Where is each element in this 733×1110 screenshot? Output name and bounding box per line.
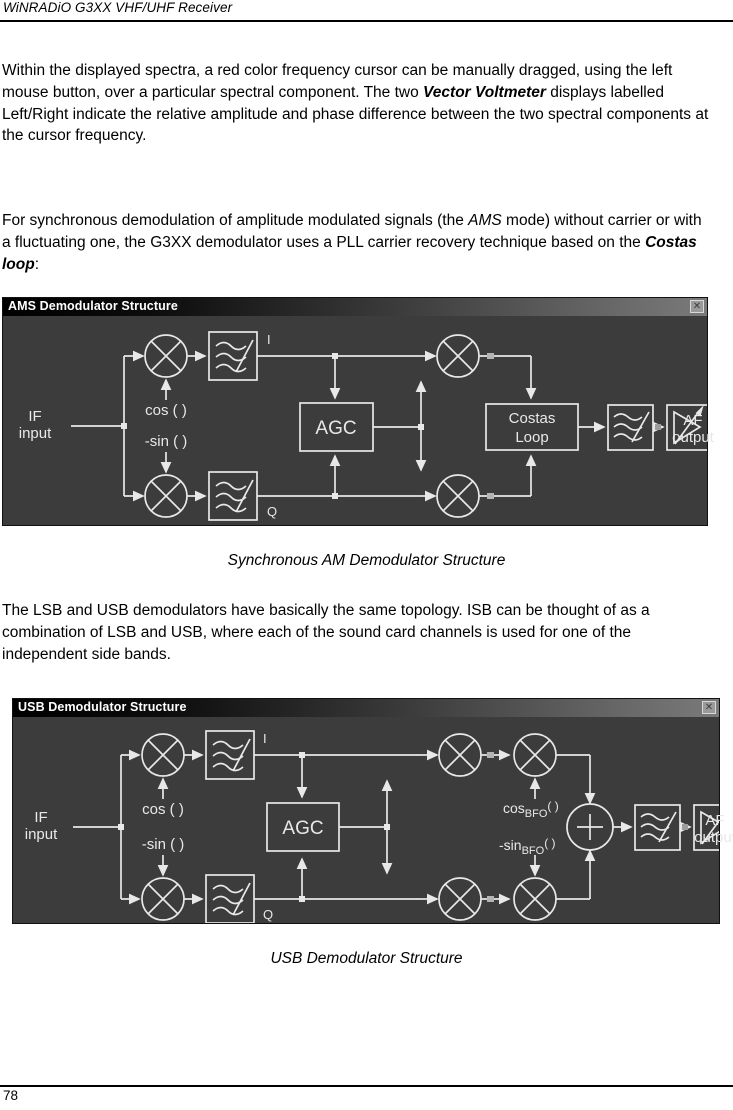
vector-voltmeter-emphasis: Vector Voltmeter <box>423 83 546 101</box>
ams-af-output-label: AF output <box>663 412 723 446</box>
page-number: 78 <box>3 1088 19 1103</box>
close-icon[interactable]: ✕ <box>690 300 704 313</box>
ams-label-costas-2: Loop <box>515 429 548 446</box>
document-page: WiNRADiO G3XX VHF/UHF Receiver Within th… <box>0 0 733 1110</box>
para2-text-c: : <box>34 255 40 273</box>
usb-window-titlebar: USB Demodulator Structure ✕ <box>13 699 719 717</box>
paragraph-cursor-description: Within the displayed spectra, a red colo… <box>2 60 714 147</box>
usb-window-title: USB Demodulator Structure <box>18 700 187 714</box>
usb-demodulator-window: USB Demodulator Structure ✕ IF input cos… <box>12 698 733 924</box>
ams-label-cos: cos ( ) <box>145 402 187 419</box>
ams-window-titlebar: AMS Demodulator Structure ✕ <box>3 298 707 316</box>
usb-label-cos: cos ( ) <box>142 801 184 818</box>
usb-diagram-canvas: IF input cos ( ) -sin ( ) I Q AGC cosBFO… <box>13 717 733 923</box>
ams-label-agc: AGC <box>315 418 356 439</box>
usb-label-q: Q <box>263 907 273 922</box>
page-header: WiNRADiO G3XX VHF/UHF Receiver <box>0 0 733 22</box>
usb-af-output-line1: AF <box>705 812 725 829</box>
close-icon[interactable]: ✕ <box>702 701 716 714</box>
usb-label-cos-bfo: cosBFO( ) <box>503 799 559 820</box>
paragraph-lsb-usb-description: The LSB and USB demodulators have basica… <box>2 602 650 663</box>
ams-window-title: AMS Demodulator Structure <box>8 299 178 313</box>
usb-af-output-line2: output <box>694 829 733 846</box>
ams-figure-caption: Synchronous AM Demodulator Structure <box>227 552 506 569</box>
usb-label-i: I <box>263 731 267 746</box>
ams-label-costas-1: Costas <box>509 410 556 427</box>
ams-af-output-line2: output <box>672 429 714 446</box>
usb-label-if-input-line1: IF <box>34 809 47 826</box>
ams-demodulator-window: AMS Demodulator Structure ✕ IF input cos… <box>2 297 714 526</box>
ams-label-i: I <box>267 332 271 347</box>
header-divider <box>0 20 733 22</box>
paragraph-ams-description: For synchronous demodulation of amplitud… <box>2 210 714 275</box>
ams-label-if-input-line2: input <box>19 425 52 442</box>
usb-label-neg-sin-bfo: -sinBFO( ) <box>499 836 556 857</box>
usb-label-agc: AGC <box>282 818 323 839</box>
ams-af-output-line1: AF <box>683 412 703 429</box>
ams-label-q: Q <box>267 504 277 519</box>
ams-diagram-canvas: IF input cos ( ) -sin ( ) I Q AGC Costas… <box>3 316 714 525</box>
ams-label-if-input-line1: IF <box>28 408 41 425</box>
usb-af-output-label: AF output <box>685 812 733 846</box>
footer-divider <box>0 1085 733 1087</box>
usb-label-if-input-line2: input <box>25 826 58 843</box>
ams-label-neg-sin: -sin ( ) <box>145 433 188 450</box>
header-title: WiNRADiO G3XX VHF/UHF Receiver <box>3 0 233 15</box>
usb-figure-caption: USB Demodulator Structure <box>270 950 463 967</box>
usb-label-neg-sin: -sin ( ) <box>142 836 185 853</box>
ams-emphasis: AMS <box>468 212 502 229</box>
para2-text-a: For synchronous demodulation of amplitud… <box>2 212 469 229</box>
